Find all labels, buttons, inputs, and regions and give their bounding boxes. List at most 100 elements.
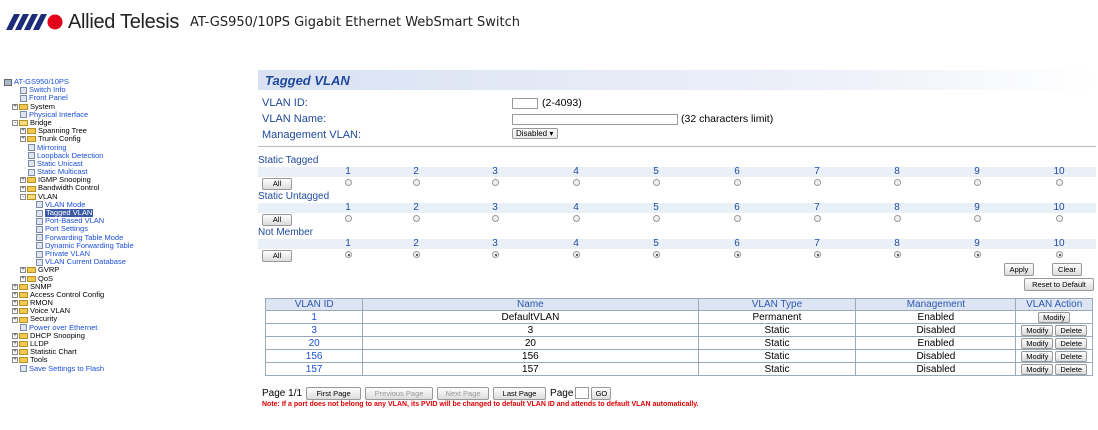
apply-button[interactable]: Apply [1004,263,1034,276]
tree-item[interactable]: Dynamic Forwarding Table [4,241,244,250]
port-radio[interactable] [1056,251,1063,258]
expand-icon[interactable]: + [12,357,18,364]
expand-icon[interactable]: + [12,332,18,339]
folder-icon [27,128,36,135]
port-radio[interactable] [492,251,499,258]
expand-icon[interactable]: + [20,136,26,143]
table-cell-type: Static [697,362,857,376]
port-radio[interactable] [734,215,741,222]
tree-item[interactable]: - VLAN [4,192,244,201]
folder-icon [19,291,28,298]
modify-button[interactable]: Modify [1021,363,1054,375]
port-radio[interactable] [573,215,580,222]
port-radio[interactable] [345,215,352,222]
expand-icon[interactable]: + [12,283,18,290]
expand-icon[interactable]: + [20,267,26,274]
management-vlan-select[interactable]: Disabled ▾ [512,128,558,139]
page-icon [20,111,27,119]
next-page-button[interactable]: Next Page [437,386,490,400]
delete-button[interactable]: Delete [1055,324,1088,336]
delete-button[interactable]: Delete [1055,350,1088,362]
last-page-button[interactable]: Last Page [493,386,547,400]
expand-icon[interactable]: + [12,341,18,348]
port-radio[interactable] [413,215,420,222]
port-radio[interactable] [413,179,420,186]
port-radio[interactable] [653,215,660,222]
delete-button[interactable]: Delete [1055,363,1088,375]
port-radio[interactable] [413,251,420,258]
vlan-id-input[interactable] [512,98,538,109]
tree-item[interactable]: Port Settings [4,225,244,233]
modify-button[interactable]: Modify [1021,324,1054,336]
expand-icon[interactable]: + [12,308,18,315]
port-radio[interactable] [345,179,352,186]
delete-button[interactable]: Delete [1055,337,1088,349]
port-radio[interactable] [734,179,741,186]
table-row: 156 156 Static Disabled Modify Delete [264,349,1093,363]
allied-telesis-logo: Allied Telesis [6,10,179,34]
tree-item[interactable]: VLAN Mode [4,200,244,209]
expand-icon[interactable]: + [12,316,18,323]
port-radio[interactable] [894,251,901,258]
first-page-button[interactable]: First Page [306,386,362,400]
vlan-name-input[interactable] [512,114,678,125]
navigation-tree: AT-GS950/10PS Switch Info Front Panel + Syst… [4,77,244,373]
select-all-button[interactable]: All [262,214,292,226]
expand-icon[interactable]: + [12,300,18,307]
table-cell-mgmt: Enabled [855,310,1017,324]
port-radio[interactable] [814,251,821,258]
clear-button[interactable]: Clear [1052,263,1082,276]
expand-icon[interactable]: + [20,275,26,282]
port-radio[interactable] [734,251,741,258]
port-radio[interactable] [894,179,901,186]
port-number: 9 [974,166,980,177]
port-number: 6 [734,166,740,177]
modify-button[interactable]: Modify [1021,337,1054,349]
port-radio[interactable] [653,251,660,258]
port-radio[interactable] [573,179,580,186]
port-number: 3 [492,166,498,177]
port-radio[interactable] [974,179,981,186]
computer-icon [4,78,12,86]
port-radio[interactable] [974,251,981,258]
port-number: 9 [974,202,980,213]
select-all-button[interactable]: All [262,178,292,190]
modify-button[interactable]: Modify [1038,311,1071,323]
tree-item[interactable]: Tagged VLAN [4,208,244,218]
go-button[interactable]: GO [591,386,612,400]
port-radio[interactable] [1056,179,1063,186]
expand-icon[interactable]: + [20,177,26,184]
collapse-icon[interactable]: - [20,193,26,200]
folder-open-icon [27,193,36,200]
expand-icon[interactable]: + [20,128,26,135]
page-number-input[interactable] [575,387,590,399]
port-radio[interactable] [492,215,499,222]
port-number: 3 [492,202,498,213]
expand-icon[interactable]: + [12,291,18,298]
tree-item[interactable]: Port-Based VLAN [4,216,244,225]
port-radio[interactable] [814,215,821,222]
table-row: 3 3 Static Disabled Modify Delete [264,323,1093,337]
previous-page-button[interactable]: Previous Page [365,386,434,400]
port-radio[interactable] [974,215,981,222]
select-all-button[interactable]: All [262,250,292,262]
vlan-table: VLAN ID Name VLAN Type Management VLAN Actio… [264,298,1093,376]
port-radio[interactable] [573,251,580,258]
reset-to-default-button[interactable]: Reset to Default [1024,278,1094,291]
port-radio[interactable] [894,215,901,222]
port-radio[interactable] [345,251,352,258]
modify-button[interactable]: Modify [1021,350,1054,362]
expand-icon[interactable]: + [20,185,26,192]
collapse-icon[interactable]: - [12,120,18,127]
port-radio[interactable] [1056,215,1063,222]
port-radio[interactable] [492,179,499,186]
port-radio[interactable] [653,179,660,186]
port-radio[interactable] [814,179,821,186]
expand-icon[interactable]: + [12,349,18,356]
port-number: 1 [345,166,351,177]
tree-item[interactable]: Save Settings to Flash [4,364,244,373]
page-icon [36,225,43,233]
expand-icon[interactable]: + [12,103,18,110]
